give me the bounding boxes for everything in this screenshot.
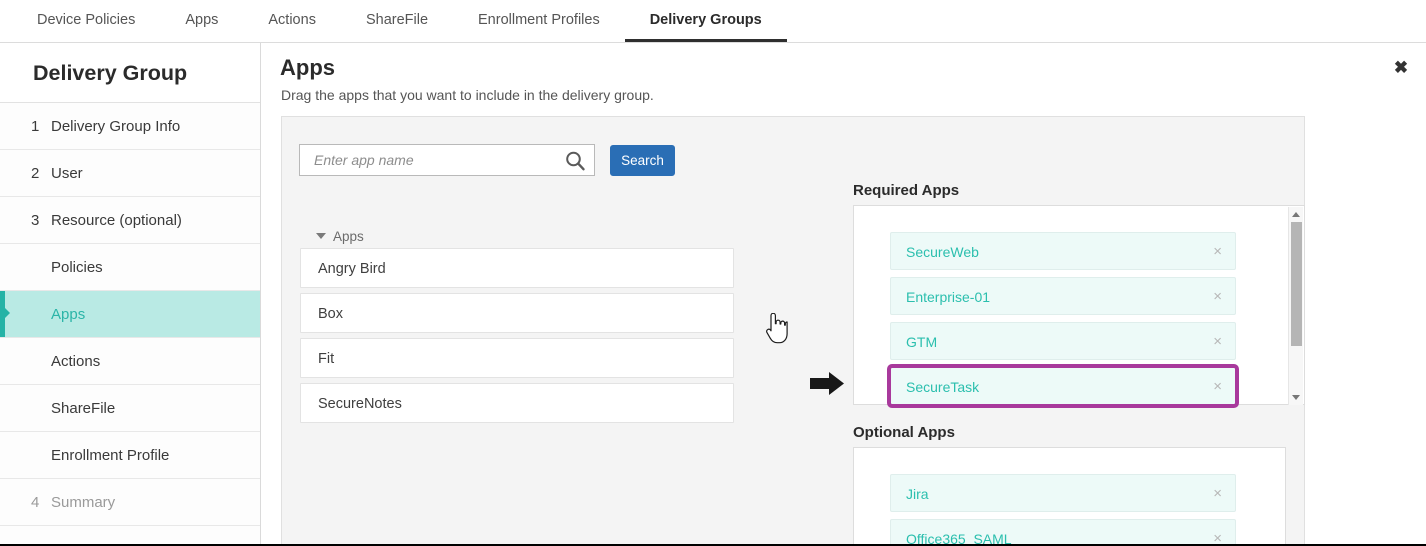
page-subtitle: Drag the apps that you want to include i…	[281, 87, 654, 103]
remove-chip-icon[interactable]: ×	[1213, 368, 1222, 406]
sidebar-item-label: Resource (optional)	[51, 212, 182, 229]
optional-apps-label: Optional Apps	[853, 424, 955, 441]
sidebar-item-resource-optional-[interactable]: 3Resource (optional)	[0, 197, 260, 244]
main-content: Apps Drag the apps that you want to incl…	[262, 43, 1426, 544]
tab-apps[interactable]: Apps	[160, 0, 243, 42]
sidebar-item-number: 3	[31, 197, 49, 244]
sidebar-item-label: Summary	[51, 494, 115, 511]
sidebar-item-user[interactable]: 2User	[0, 150, 260, 197]
sidebar-item-label: Apps	[51, 306, 85, 323]
tab-enrollment-profiles[interactable]: Enrollment Profiles	[453, 0, 625, 42]
sidebar-item-number: 2	[31, 150, 49, 197]
remove-chip-icon[interactable]: ×	[1213, 233, 1222, 271]
remove-chip-icon[interactable]: ×	[1213, 323, 1222, 361]
drag-indicator	[770, 363, 850, 403]
optional-app-chip[interactable]: Jira ×	[890, 474, 1236, 512]
scroll-up-arrow-icon[interactable]	[1292, 212, 1300, 217]
page-title: Apps	[280, 55, 335, 81]
sidebar-item-actions[interactable]: Actions	[0, 338, 260, 385]
sidebar-item-label: ShareFile	[51, 400, 115, 417]
chip-label: Jira	[906, 486, 929, 502]
required-apps-scrollbar[interactable]	[1288, 207, 1303, 405]
sidebar-item-label: User	[51, 165, 83, 182]
scrollbar-thumb[interactable]	[1291, 222, 1302, 346]
apps-group-label: Apps	[333, 229, 364, 244]
scroll-down-arrow-icon[interactable]	[1292, 395, 1300, 400]
sidebar-item-label: Policies	[51, 259, 103, 276]
wizard-sidebar: Delivery Group 1Delivery Group Info2User…	[0, 43, 261, 544]
sidebar-item-number: 1	[31, 103, 49, 150]
search-box	[299, 144, 595, 176]
tab-actions[interactable]: Actions	[243, 0, 341, 42]
close-icon[interactable]: ✖	[1390, 57, 1412, 79]
remove-chip-icon[interactable]: ×	[1213, 520, 1222, 544]
available-apps-list: Angry Bird Box Fit SecureNotes	[300, 248, 734, 428]
remove-chip-icon[interactable]: ×	[1213, 278, 1222, 316]
sidebar-item-enrollment-profile[interactable]: Enrollment Profile	[0, 432, 260, 479]
search-icon[interactable]	[564, 150, 586, 172]
sidebar-title: Delivery Group	[0, 43, 260, 103]
remove-chip-icon[interactable]: ×	[1213, 475, 1222, 513]
selected-accent-bar	[0, 291, 5, 337]
sidebar-item-sharefile[interactable]: ShareFile	[0, 385, 260, 432]
chip-label: Enterprise-01	[906, 289, 990, 305]
sidebar-item-delivery-group-info[interactable]: 1Delivery Group Info	[0, 103, 260, 150]
optional-apps-chip-list: Jira × Office365_SAML ×	[890, 474, 1236, 544]
tab-delivery-groups[interactable]: Delivery Groups	[625, 0, 787, 42]
chevron-down-icon	[316, 233, 326, 239]
sidebar-item-policies[interactable]: Policies	[0, 244, 260, 291]
required-apps-chip-list: SecureWeb × Enterprise-01 × GTM × SecureTask ×	[890, 232, 1236, 412]
chip-label: SecureWeb	[906, 244, 979, 260]
required-app-chip[interactable]: SecureTask ×	[890, 367, 1236, 405]
optional-apps-box: Jira × Office365_SAML ×	[853, 447, 1286, 544]
required-apps-label: Required Apps	[853, 182, 959, 199]
sidebar-item-summary[interactable]: 4Summary	[0, 479, 260, 526]
optional-app-chip[interactable]: Office365_SAML ×	[890, 519, 1236, 544]
required-app-chip[interactable]: GTM ×	[890, 322, 1236, 360]
search-input[interactable]	[300, 145, 558, 175]
sidebar-item-label: Actions	[51, 353, 100, 370]
sidebar-item-label: Enrollment Profile	[51, 447, 169, 464]
available-app-item[interactable]: Box	[300, 293, 734, 333]
tab-sharefile[interactable]: ShareFile	[341, 0, 453, 42]
sidebar-item-number: 4	[31, 479, 49, 526]
required-apps-box: SecureWeb × Enterprise-01 × GTM × SecureTask ×	[853, 205, 1305, 405]
tab-device-policies[interactable]: Device Policies	[12, 0, 160, 42]
top-tab-bar: Device PoliciesAppsActionsShareFileEnrol…	[0, 0, 1426, 43]
app-window: Device PoliciesAppsActionsShareFileEnrol…	[0, 0, 1426, 546]
available-app-item[interactable]: Angry Bird	[300, 248, 734, 288]
chip-label: Office365_SAML	[906, 531, 1012, 544]
sidebar-item-label: Delivery Group Info	[51, 118, 180, 135]
arrow-right-icon	[810, 371, 845, 401]
required-app-chip[interactable]: Enterprise-01 ×	[890, 277, 1236, 315]
sidebar-nav-list: 1Delivery Group Info2User3Resource (opti…	[0, 103, 260, 526]
required-app-chip[interactable]: SecureWeb ×	[890, 232, 1236, 270]
chip-label: SecureTask	[906, 379, 979, 395]
available-app-item[interactable]: Fit	[300, 338, 734, 378]
available-app-item[interactable]: SecureNotes	[300, 383, 734, 423]
search-button[interactable]: Search	[610, 145, 675, 176]
search-row: Search	[299, 144, 675, 176]
apps-group-header[interactable]: Apps	[316, 229, 364, 244]
sidebar-item-apps[interactable]: Apps	[0, 291, 260, 338]
chip-label: GTM	[906, 334, 937, 350]
tab-list: Device PoliciesAppsActionsShareFileEnrol…	[0, 0, 1426, 42]
apps-panel: Search Apps Angry BirdBoxFitSecureNotes …	[281, 116, 1305, 544]
